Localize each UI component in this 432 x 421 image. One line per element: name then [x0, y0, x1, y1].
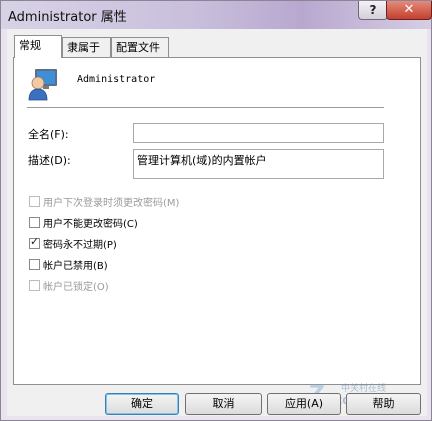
close-button[interactable]: ✕ — [386, 1, 432, 20]
separator — [27, 107, 384, 108]
checkbox-must-change-password: 用户下次登录时须更改密码(M) — [29, 193, 179, 209]
checkbox-account-locked: 帐户已锁定(O) — [29, 277, 109, 293]
checkbox-label: 帐户已禁用(B) — [43, 260, 108, 272]
apply-button[interactable]: 应用(A) — [267, 393, 341, 415]
tab-general-label: 常规 — [19, 39, 41, 52]
checkbox-label: 帐户已锁定(O) — [43, 281, 109, 293]
tab-general[interactable]: 常规 — [14, 35, 62, 58]
check-mark-icon: ✓ — [30, 234, 40, 248]
checkbox-label: 用户下次登录时须更改密码(M) — [43, 197, 180, 209]
checkbox-label: 用户不能更改密码(C) — [43, 218, 138, 230]
description-field[interactable]: 管理计算机(域)的内置帐户 — [133, 149, 384, 179]
user-monitor-icon — [28, 69, 57, 101]
ok-button[interactable]: 确定 — [105, 393, 179, 415]
cancel-button[interactable]: 取消 — [185, 393, 262, 415]
tab-profile[interactable]: 配置文件 — [111, 37, 169, 57]
tab-profile-label: 配置文件 — [116, 41, 160, 54]
title-bar[interactable]: Administrator 属性 ? ✕ — [1, 1, 432, 29]
checkbox-box[interactable] — [29, 216, 40, 228]
checkbox-box — [29, 195, 40, 207]
checkbox-box[interactable]: ✓ — [29, 234, 40, 249]
tab-member-of[interactable]: 隶属于 — [62, 37, 111, 57]
checkbox-cannot-change-password[interactable]: 用户不能更改密码(C) — [29, 214, 138, 230]
checkbox-box[interactable] — [29, 258, 40, 270]
help-button[interactable]: 帮助 — [346, 393, 421, 415]
checkbox-box — [29, 279, 40, 291]
properties-window: Administrator 属性 ? ✕ 常规 隶属于 配置文件 Adminis… — [0, 0, 432, 421]
description-label: 描述(D): — [28, 154, 71, 167]
full-name-field[interactable] — [133, 123, 384, 143]
checkbox-label: 密码永不过期(P) — [43, 239, 117, 251]
window-title: Administrator 属性 — [8, 10, 127, 25]
checkbox-account-disabled[interactable]: 帐户已禁用(B) — [29, 256, 108, 272]
tab-member-of-label: 隶属于 — [67, 41, 100, 54]
user-name: Administrator — [77, 74, 156, 85]
full-name-label: 全名(F): — [28, 128, 69, 141]
checkbox-password-never-expires[interactable]: ✓ 密码永不过期(P) — [29, 235, 117, 251]
help-title-button[interactable]: ? — [358, 1, 388, 20]
